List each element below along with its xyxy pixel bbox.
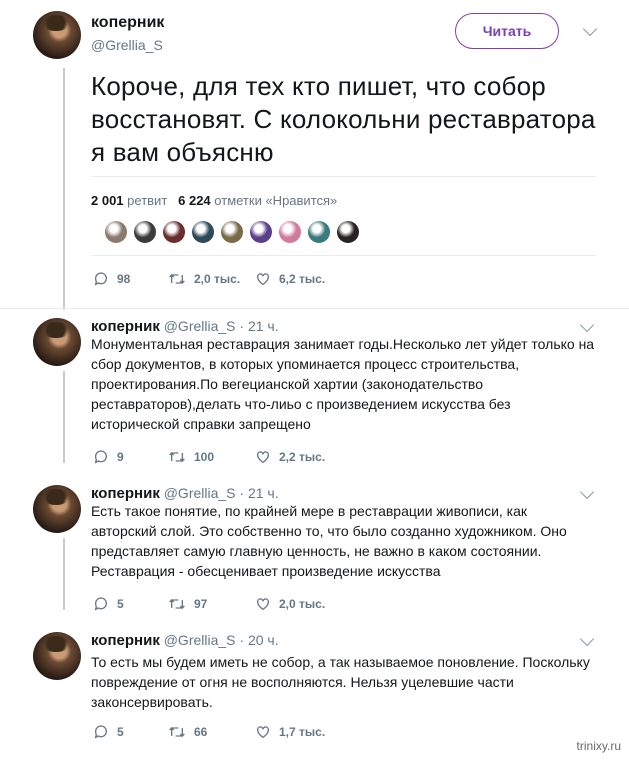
timestamp[interactable]: · 21 ч. (239, 318, 278, 334)
author-handle[interactable]: @Grellia_S (164, 318, 236, 334)
heart-icon (257, 273, 269, 286)
liker-avatars (105, 221, 366, 243)
avatar[interactable] (33, 632, 81, 680)
reply-text: То есть мы будем иметь не собор, а так н… (91, 654, 590, 710)
heart-icon (257, 451, 269, 464)
liker-avatar[interactable] (105, 221, 127, 243)
reply-header: коперник @Grellia_S · 21 ч. (91, 485, 279, 502)
liker-avatar[interactable] (221, 221, 243, 243)
chevron-down-icon[interactable] (579, 484, 595, 500)
likes-count[interactable]: 6 224 (178, 193, 211, 208)
chevron-down-icon[interactable] (579, 631, 595, 647)
like-button[interactable]: 2,2 тыс. (255, 449, 325, 465)
reply-actions: 5 97 2,0 тыс. (93, 596, 325, 612)
reply-count: 5 (117, 597, 124, 611)
thread-line (63, 68, 65, 310)
thread-line (63, 538, 65, 610)
reply-button[interactable]: 9 (93, 449, 168, 465)
reply-actions: 9 100 2,2 тыс. (93, 449, 325, 465)
author-handle[interactable]: @Grellia_S (164, 485, 236, 501)
timestamp[interactable]: · 21 ч. (239, 485, 278, 501)
reply-text: Монументальная реставрация занимает годы… (91, 336, 595, 432)
author-name[interactable]: коперник (91, 485, 160, 502)
like-button[interactable]: 6,2 тыс. (255, 271, 325, 287)
retweet-icon (169, 727, 185, 737)
reply-count: 5 (117, 725, 124, 739)
reply-icon (94, 597, 107, 611)
retweet-button[interactable]: 2,0 тыс. (168, 271, 255, 287)
retweet-button[interactable]: 66 (168, 724, 255, 740)
heart-icon (257, 598, 269, 611)
liker-avatar[interactable] (134, 221, 156, 243)
follow-button[interactable]: Читать (455, 13, 559, 49)
chevron-down-icon[interactable] (582, 21, 598, 37)
watermark: trinixy.ru (576, 739, 621, 753)
author-name[interactable]: коперник (91, 632, 160, 649)
retweets-count[interactable]: 2 001 (91, 193, 124, 208)
liker-avatar[interactable] (163, 221, 185, 243)
chevron-down-icon[interactable] (579, 317, 595, 333)
liker-avatar[interactable] (250, 221, 272, 243)
tweet-text: Короче, для тех кто пишет, что собор вос… (91, 71, 596, 167)
like-button[interactable]: 2,0 тыс. (255, 596, 325, 612)
reply-button[interactable]: 98 (93, 271, 168, 287)
divider (0, 308, 629, 309)
avatar[interactable] (33, 485, 81, 533)
thread-line (63, 371, 65, 463)
reply-header: коперник @Grellia_S · 20 ч. (91, 632, 279, 649)
like-count: 2,0 тыс. (279, 597, 326, 611)
author-handle[interactable]: @Grellia_S (164, 632, 236, 648)
reply-count: 98 (117, 272, 131, 286)
reply-text: Есть такое понятие, по крайней мере в ре… (91, 503, 567, 579)
author-name[interactable]: коперник (91, 14, 164, 32)
reply-count: 9 (117, 450, 124, 464)
reply-button[interactable]: 5 (93, 724, 168, 740)
divider (91, 255, 596, 256)
liker-avatar[interactable] (337, 221, 359, 243)
likes-label[interactable]: отметки «Нравится» (214, 193, 337, 208)
reply-button[interactable]: 5 (93, 596, 168, 612)
author-name[interactable]: коперник (91, 318, 160, 335)
reply-icon (94, 272, 107, 286)
retweet-button[interactable]: 100 (168, 449, 255, 465)
retweet-count: 66 (194, 725, 208, 739)
reply-icon (94, 450, 107, 464)
reply-icon (94, 725, 107, 739)
retweet-count: 2,0 тыс. (194, 272, 241, 286)
like-count: 2,2 тыс. (279, 450, 326, 464)
timestamp[interactable]: · 20 ч. (239, 632, 278, 648)
heart-icon (257, 726, 269, 739)
retweet-button[interactable]: 97 (168, 596, 255, 612)
retweet-icon (169, 452, 185, 462)
tweet-actions: 98 2,0 тыс. 6,2 тыс. (93, 271, 325, 287)
reply-actions: 5 66 1,7 тыс. (93, 724, 325, 740)
retweet-icon (169, 274, 185, 284)
like-button[interactable]: 1,7 тыс. (255, 724, 325, 740)
retweet-count: 97 (194, 597, 208, 611)
liker-avatar[interactable] (308, 221, 330, 243)
engagement-stats: 2 001 ретвит 6 224 отметки «Нравится» (91, 193, 337, 208)
like-count: 6,2 тыс. (279, 272, 326, 286)
reply-header: коперник @Grellia_S · 21 ч. (91, 318, 279, 335)
retweet-count: 100 (194, 450, 215, 464)
retweets-label[interactable]: ретвит (127, 193, 167, 208)
avatar[interactable] (33, 318, 81, 366)
like-count: 1,7 тыс. (279, 725, 326, 739)
avatar[interactable] (33, 11, 81, 59)
retweet-icon (169, 599, 185, 609)
author-handle[interactable]: @Grellia_S (91, 37, 163, 53)
liker-avatar[interactable] (192, 221, 214, 243)
liker-avatar[interactable] (279, 221, 301, 243)
divider (91, 176, 596, 177)
